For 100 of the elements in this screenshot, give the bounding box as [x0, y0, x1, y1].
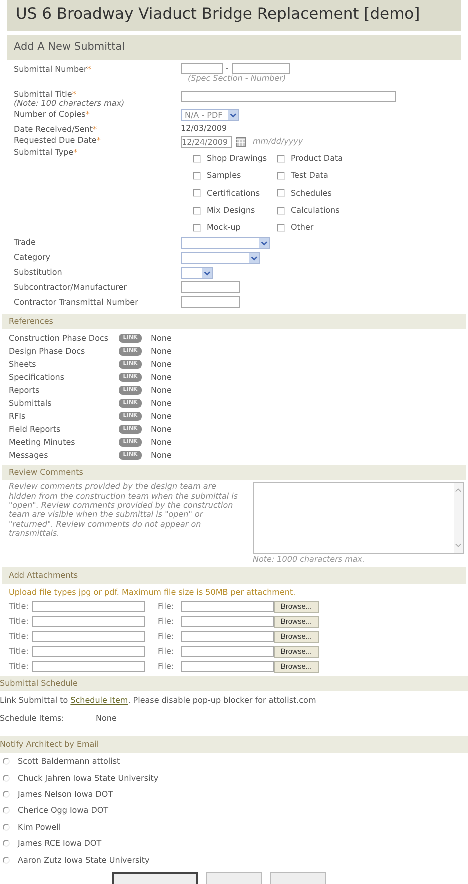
reference-label: Construction Phase Docs	[9, 334, 110, 344]
field-label: Submittal Type	[14, 148, 74, 157]
checkbox-label: Product Data	[291, 154, 344, 164]
field-hint: (Spec Section - Number)	[187, 74, 288, 85]
field-label: Number of Copies	[14, 110, 86, 119]
field-label: Contractor Transmittal Number	[14, 298, 138, 308]
title-field[interactable]	[32, 631, 145, 642]
field-value: 12/03/2009	[181, 123, 228, 133]
field-label: Submittal Number	[14, 65, 88, 74]
reference-label: Meeting Minutes	[9, 438, 76, 448]
title-field[interactable]	[32, 616, 145, 628]
radio-button[interactable]	[3, 790, 10, 798]
reference-value: None	[151, 347, 172, 356]
character-limit-note: Note: 1000 characters max.	[253, 554, 366, 566]
dropdown[interactable]	[181, 237, 270, 250]
dropdown[interactable]	[181, 267, 213, 280]
reference-label: Sheets	[9, 360, 38, 370]
field-label: Trade	[14, 238, 36, 248]
title-field[interactable]	[32, 661, 145, 672]
review-description: Review comments provided by the design team are hidden from the construction team when the submittal is "open". Review comments provided by the construction team are visible when the submittal is "open" or "returned". Review comments do not appear on transmittals.	[9, 482, 240, 540]
required-mark: *	[96, 136, 101, 145]
radio-button[interactable]	[3, 856, 10, 864]
reference-value: None	[151, 451, 172, 460]
field-label: Requested Due Date	[14, 136, 97, 145]
required-mark: *	[87, 65, 92, 74]
date-field[interactable]: 12/24/2009	[181, 136, 232, 148]
scrollbar[interactable]	[454, 483, 463, 554]
input-field[interactable]	[232, 63, 290, 74]
checkbox-label: Mock-up	[207, 223, 241, 232]
schedule-instructions: Link Submittal to Schedule Item. Please disable pop-up blocker for attolist.com	[0, 695, 318, 708]
title-label: Title:	[9, 602, 30, 612]
calendar-icon[interactable]	[236, 137, 246, 147]
reference-value: None	[151, 412, 172, 422]
file-label: File:	[158, 602, 176, 612]
radio-button[interactable]	[3, 807, 10, 814]
radio-button[interactable]	[3, 824, 10, 831]
scroll-down-icon[interactable]	[455, 542, 462, 550]
recipient-name: James Nelson Iowa DOT	[18, 790, 114, 799]
reference-label: Specifications	[9, 373, 66, 382]
file-field[interactable]	[181, 601, 274, 612]
file-label: File:	[158, 617, 176, 626]
reference-value: None	[151, 334, 172, 344]
field-label: Category	[14, 253, 51, 262]
input-field[interactable]	[181, 296, 240, 308]
input-field[interactable]	[181, 91, 396, 102]
section-header: Submittal Schedule	[0, 676, 468, 692]
dropdown[interactable]: N/A - PDF	[181, 109, 239, 121]
file-field[interactable]	[181, 646, 274, 658]
form-button[interactable]	[112, 872, 198, 884]
schedule-items-value: None	[96, 714, 117, 726]
checkbox-label: Other	[291, 223, 314, 232]
comments-field[interactable]	[253, 482, 464, 554]
required-mark: *	[92, 125, 97, 134]
section-header: Add A New Submittal	[7, 35, 461, 60]
checkbox[interactable]	[277, 206, 285, 215]
checkbox[interactable]	[193, 172, 201, 180]
input-field[interactable]	[181, 63, 223, 74]
file-field[interactable]	[181, 661, 274, 672]
checkbox-label: Certifications	[207, 188, 260, 198]
checkbox[interactable]	[277, 172, 285, 180]
input-field[interactable]	[181, 281, 240, 294]
checkbox[interactable]	[277, 154, 285, 163]
reference-value: None	[151, 386, 172, 396]
recipient-name: James RCE Iowa DOT	[18, 839, 102, 848]
recipient-name: Scott Baldermann attolist	[18, 757, 120, 766]
file-field[interactable]	[181, 631, 274, 642]
section-header: Review Comments	[2, 465, 466, 480]
schedule-items-label: Schedule Items:	[0, 714, 66, 726]
reference-label: RFIs	[9, 412, 27, 422]
checkbox[interactable]	[193, 224, 201, 232]
checkbox[interactable]	[277, 189, 285, 198]
scroll-up-icon[interactable]	[455, 487, 462, 494]
reference-label: Submittals	[9, 399, 53, 408]
title-field[interactable]	[32, 646, 145, 658]
title-label: Title:	[9, 662, 30, 672]
checkbox[interactable]	[193, 189, 201, 198]
checkbox[interactable]	[193, 154, 201, 163]
checkbox-label: Test Data	[291, 171, 328, 180]
section-header: References	[2, 314, 466, 330]
reference-value: None	[151, 373, 172, 382]
checkbox[interactable]	[277, 224, 285, 232]
field-label: Date Received/Sent	[14, 125, 93, 134]
recipient-name: Aaron Zutz Iowa State University	[18, 856, 150, 865]
checkbox[interactable]	[193, 206, 201, 215]
file-label: File:	[158, 632, 176, 642]
reference-value: None	[151, 399, 172, 408]
radio-button[interactable]	[3, 840, 10, 848]
radio-button[interactable]	[3, 774, 10, 782]
title-field[interactable]	[32, 601, 145, 612]
dropdown[interactable]	[181, 252, 260, 264]
radio-button[interactable]	[3, 758, 10, 766]
title-label: Title:	[9, 632, 30, 642]
file-label: File:	[158, 662, 176, 672]
section-header: Notify Architect by Email	[0, 736, 468, 754]
checkbox-label: Calculations	[291, 206, 340, 216]
schedule-item-link[interactable]: Schedule Item	[70, 696, 128, 706]
title-label: Title:	[9, 617, 30, 626]
file-field[interactable]	[181, 616, 274, 628]
reference-label: Field Reports	[9, 425, 62, 434]
checkbox-label: Mix Designs	[207, 206, 256, 216]
